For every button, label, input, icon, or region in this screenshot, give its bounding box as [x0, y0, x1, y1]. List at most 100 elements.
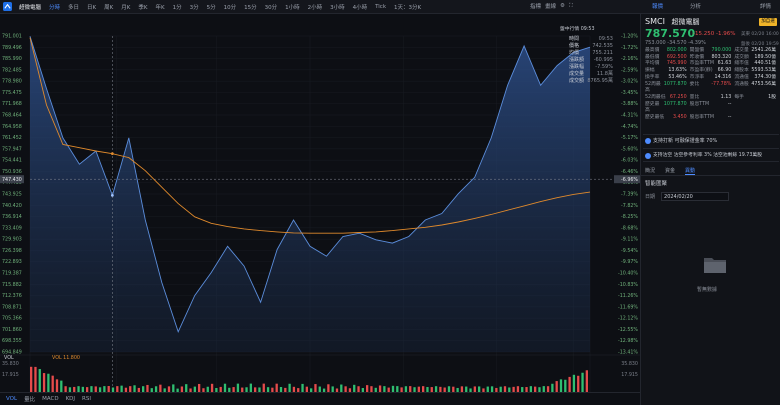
info-value: 742.535: [592, 43, 613, 49]
date-label: 日期: [645, 194, 656, 200]
price-tick-label: 771.968: [2, 101, 22, 107]
period-tab[interactable]: 多日: [64, 3, 83, 11]
period-tab[interactable]: 4小時: [349, 3, 372, 11]
period-tab[interactable]: 3小時: [326, 3, 349, 11]
indicator-tab[interactable]: RSI: [82, 396, 91, 402]
price-tick-label: 775.475: [2, 90, 22, 96]
add-watchlist-button[interactable]: 加自選: [759, 18, 777, 26]
period-tab[interactable]: 30分: [261, 3, 282, 11]
period-tab[interactable]: 年K: [151, 3, 168, 11]
symbol-name: 超微電腦: [671, 18, 700, 26]
volume-bar: [262, 383, 265, 392]
volume-bar: [30, 366, 33, 392]
price-tick-label: 740.420: [2, 203, 22, 209]
indicator-tab[interactable]: MACD: [42, 396, 59, 402]
period-tab[interactable]: 15分: [240, 3, 261, 11]
vol-label: VOL: [4, 355, 14, 361]
stats-row: 52周最低 67.250 量比 1.13 每手 1股: [645, 95, 779, 102]
pct-tick-label: -2.59%: [621, 67, 638, 73]
stats-row: 最高價 802.000 開盤價 790.000 成交量 2541.26萬: [645, 48, 779, 55]
info-key: 漲跌幅: [569, 64, 585, 70]
draw-tools-button[interactable]: 畫線: [545, 2, 556, 10]
info-key: 均價: [569, 50, 580, 56]
info-row: 漲跌幅 -7.59%: [569, 64, 613, 71]
stat-cell: 流通值 374.30億: [734, 75, 779, 82]
pct-tick-label: -9.97%: [621, 259, 638, 265]
price-dot: [110, 193, 114, 197]
price-tick-label: 757.947: [2, 146, 22, 152]
period-tab[interactable]: 1小時: [281, 3, 304, 11]
stat-value: 2541.26萬: [751, 48, 777, 53]
symbol-tab[interactable]: 超微電腦: [15, 3, 45, 11]
stat-label: 每手: [734, 94, 744, 100]
volume-bar: [327, 384, 330, 392]
period-tab[interactable]: 季K: [134, 3, 151, 11]
period-tab[interactable]: 分時: [45, 3, 64, 11]
price-tick-label: 789.496: [2, 45, 22, 51]
fullscreen-icon[interactable]: ⛶: [569, 3, 573, 10]
indicator-button[interactable]: 指標: [530, 2, 541, 10]
period-tab[interactable]: 5分: [203, 3, 220, 11]
last-price: 787.570: [645, 27, 696, 40]
price-tick-label: 708.871: [2, 304, 22, 310]
stats-grid: 最高價 802.000 開盤價 790.000 成交量 2541.26萬 最低價 692.50…: [645, 48, 779, 122]
tab-analysis[interactable]: 分析: [690, 0, 701, 14]
price-tick-label: 754.441: [2, 158, 22, 164]
pct-tick-label: -6.46%: [621, 169, 638, 175]
tab-details[interactable]: 詳情: [760, 0, 771, 14]
info-value: 8765.95萬: [587, 78, 613, 84]
stat-value: 14.316: [714, 74, 732, 80]
stat-label: 開盤價: [689, 48, 705, 53]
stat-label: 換手率: [645, 74, 660, 80]
period-tab[interactable]: 月K: [117, 3, 134, 11]
pct-tick-label: -7.39%: [621, 192, 638, 198]
stat-label: 委比: [689, 81, 700, 87]
sidebar-subtab[interactable]: 資金: [665, 166, 675, 175]
volume-bar: [551, 383, 554, 392]
short-note[interactable]: 支持沽空 沽空參考利率 3% 沽空池剩餘 19.73萬股: [643, 148, 779, 162]
period-tab[interactable]: 3分: [186, 3, 203, 11]
period-tab[interactable]: Tick: [371, 4, 390, 10]
date-input[interactable]: 2024/02/20: [661, 192, 730, 201]
volume-bar: [577, 375, 580, 392]
stat-label: 流通值: [734, 74, 749, 80]
stat-value: --: [727, 115, 732, 121]
stat-value: 53.46%: [668, 74, 687, 80]
period-tab[interactable]: 1分: [169, 3, 186, 11]
stat-value: 4753.56萬: [751, 81, 777, 87]
period-tab[interactable]: 2小時: [304, 3, 327, 11]
period-tab[interactable]: 周K: [100, 3, 117, 11]
indicator-tab[interactable]: VOL: [6, 396, 17, 402]
stat-cell: 52周最低 67.250: [645, 95, 690, 102]
tab-quote[interactable]: 報價: [652, 0, 663, 14]
stat-label: 成交量: [734, 48, 749, 53]
sidebar-subtab[interactable]: 簡況: [645, 166, 655, 175]
info-row: 均價 755.211: [569, 50, 613, 57]
period-tab[interactable]: 1天：3分K: [390, 3, 425, 11]
vol-value: VOL 11.800: [52, 355, 80, 361]
info-value: 755.211: [592, 50, 613, 56]
intraday-chart[interactable]: 791.001 -1.20% 789.496 -1.72% 785.990 -2.16% 7…: [0, 14, 640, 405]
volume-bar: [133, 385, 136, 392]
volume-bar: [42, 373, 46, 392]
period-tab[interactable]: 10分: [220, 3, 241, 11]
indicator-tab[interactable]: 量比: [24, 395, 35, 403]
price-tick-label: 698.355: [2, 338, 22, 344]
margin-note[interactable]: 支持打新 可融保證金率 70%: [643, 134, 779, 146]
symbol-code: SMCI: [645, 17, 665, 26]
stat-cell: 成交量 2541.26萬: [734, 48, 779, 55]
volume-bar: [249, 383, 252, 392]
date-selector: 日期 2024/02/20: [645, 192, 730, 201]
indicator-tab[interactable]: KDJ: [66, 396, 75, 402]
pct-tick-label: -6.03%: [621, 158, 638, 164]
period-tab[interactable]: 日K: [83, 3, 100, 11]
price-tick-label: 768.464: [2, 113, 22, 119]
stat-value: -77.78%: [711, 81, 732, 87]
stat-value: 374.30億: [754, 74, 777, 80]
stat-label: 流通股: [734, 81, 749, 87]
chart-canvas[interactable]: 791.001 -1.20% 789.496 -1.72% 785.990 -2.16% 7…: [0, 14, 640, 392]
pct-tick-label: -12.12%: [618, 316, 638, 322]
stats-row: 振幅 13.63% 市盈率(靜) 66.90 總股本 5593.53萬: [645, 68, 779, 75]
settings-icon[interactable]: ⚙: [560, 3, 565, 9]
sidebar-subtab[interactable]: 異動: [685, 166, 696, 175]
